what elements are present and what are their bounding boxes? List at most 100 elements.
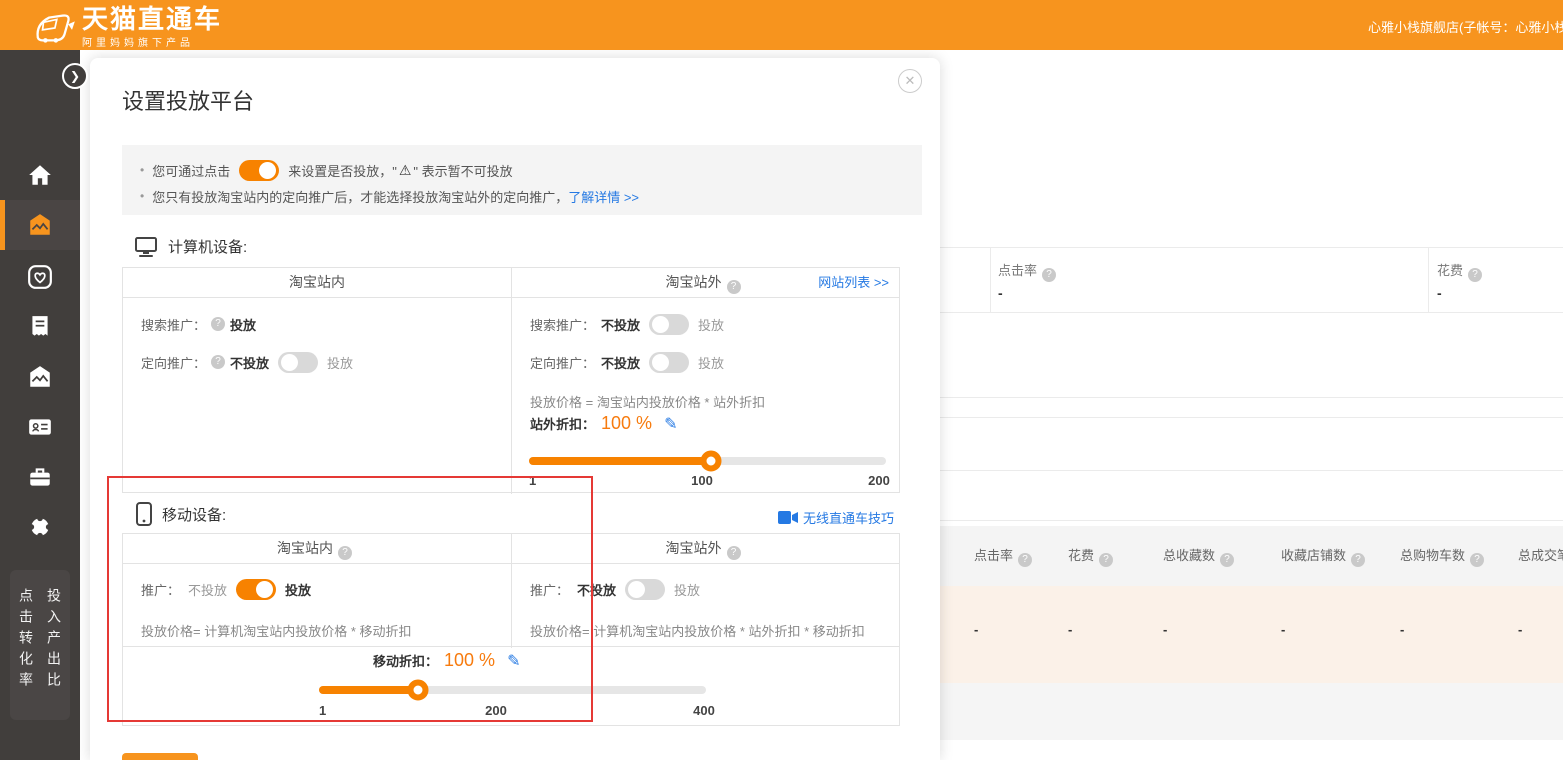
tip-text: 您可通过点击 xyxy=(152,161,230,180)
mobile-inside-row: 推广： 不投放 投放 xyxy=(141,577,311,601)
computer-inside-header: 淘宝站内 xyxy=(123,268,512,297)
computer-inside-cell: 搜索推广： ? 投放 定向推广： ? 不投放 投放 xyxy=(123,298,512,494)
cell-value: - xyxy=(1281,622,1285,637)
tip-box: • 您可通过点击 来设置是否投放，" ⚠ " 表示暂不可投放 • 您只有投放淘宝… xyxy=(122,145,922,215)
column-header: 总收藏数? xyxy=(1163,545,1239,567)
cell-value: - xyxy=(1400,622,1404,637)
briefcase-icon xyxy=(27,464,53,490)
sidebar-item-favorites[interactable] xyxy=(0,252,80,302)
logo[interactable]: 天猫直通车 阿里妈妈旗下产品 xyxy=(30,6,222,49)
computer-inside-target-toggle[interactable] xyxy=(278,352,318,373)
heart-icon xyxy=(27,264,53,290)
bullet: • xyxy=(140,189,144,203)
mobile-inside-toggle[interactable] xyxy=(236,579,276,600)
sidebar: ❯ xyxy=(0,50,80,760)
help-icon[interactable]: ? xyxy=(338,546,352,560)
active-indicator xyxy=(0,200,5,250)
mobile-discount: 移动折扣： 100 % ✎ xyxy=(373,650,520,671)
help-icon[interactable]: ? xyxy=(1220,553,1234,567)
divider xyxy=(940,312,1563,313)
sidebar-item-apps[interactable] xyxy=(0,502,80,552)
divider xyxy=(940,470,1563,471)
outside-price-formula: 投放价格 = 淘宝站内投放价格 * 站外折扣 xyxy=(530,392,765,411)
column-header: 总成交笔 xyxy=(1518,545,1563,564)
stat-card-ctr-value: - xyxy=(998,285,1003,301)
site-list-link[interactable]: 网站列表 >> xyxy=(818,268,889,297)
metric-ctr-vertical: 点击转化率 xyxy=(16,588,36,720)
mobile-outside-header: 淘宝站外? xyxy=(512,534,899,563)
outside-discount-slider[interactable] xyxy=(529,457,886,465)
help-icon[interactable]: ? xyxy=(211,317,225,331)
set-platform-modal: ✕ 设置投放平台 • 您可通过点击 来设置是否投放，" ⚠ " 表示暂不可投放 … xyxy=(90,58,940,760)
slider-tick: 1 xyxy=(319,703,326,718)
home-icon xyxy=(27,162,53,188)
help-icon[interactable]: ? xyxy=(1042,268,1056,282)
app-subtitle: 阿里妈妈旗下产品 xyxy=(82,34,222,49)
sidebar-item-account-card[interactable] xyxy=(0,402,80,452)
edit-icon[interactable]: ✎ xyxy=(507,651,520,671)
slider-tick: 200 xyxy=(476,703,516,718)
warning-icon: ⚠ xyxy=(399,162,412,179)
tip-line-1: • 您可通过点击 来设置是否投放，" ⚠ " 表示暂不可投放 xyxy=(140,157,904,183)
computer-outside-search-row: 搜索推广： 不投放 投放 xyxy=(530,312,724,336)
table-row[interactable] xyxy=(940,586,1563,683)
help-icon[interactable]: ? xyxy=(727,280,741,294)
video-icon xyxy=(778,511,798,524)
metrics-float-panel[interactable]: 点击转化率 投入产出比 xyxy=(10,570,70,720)
example-toggle xyxy=(239,160,279,181)
divider xyxy=(1428,247,1429,312)
computer-inside-target-row: 定向推广： ? 不投放 投放 xyxy=(141,350,353,374)
wireless-tips-link[interactable]: 无线直通车技巧 xyxy=(778,508,894,527)
learn-more-link[interactable]: 了解详情 >> xyxy=(568,187,639,206)
sidebar-item-report[interactable] xyxy=(0,302,80,352)
edit-icon[interactable]: ✎ xyxy=(664,414,677,434)
slider-tick: 100 xyxy=(682,473,722,488)
expand-sidebar-button[interactable]: ❯ xyxy=(62,63,88,89)
help-icon[interactable]: ? xyxy=(211,355,225,369)
computer-outside-target-toggle[interactable] xyxy=(649,352,689,373)
cell-value: - xyxy=(974,622,978,637)
divider xyxy=(940,520,1563,521)
help-icon[interactable]: ? xyxy=(1099,553,1113,567)
id-card-icon xyxy=(27,414,53,440)
help-icon[interactable]: ? xyxy=(1468,268,1482,282)
tip-text: " 表示暂不可投放 xyxy=(413,161,512,180)
mobile-inside-header: 淘宝站内? xyxy=(123,534,512,563)
save-button[interactable] xyxy=(122,753,198,760)
mobile-discount-slider[interactable] xyxy=(319,686,706,694)
tip-line-2: • 您只有投放淘宝站内的定向推广后，才能选择投放淘宝站外的定向推广， 了解详情 … xyxy=(140,183,904,209)
report-icon xyxy=(27,314,53,340)
help-icon[interactable]: ? xyxy=(1351,553,1365,567)
bullet: • xyxy=(140,163,144,177)
slider-handle[interactable] xyxy=(408,680,429,701)
help-icon[interactable]: ? xyxy=(727,546,741,560)
stat-card-ctr-label: 点击率? xyxy=(998,260,1061,282)
train-logo-icon xyxy=(30,9,76,47)
sidebar-item-toolbox[interactable] xyxy=(0,452,80,502)
sidebar-item-home[interactable] xyxy=(0,150,80,200)
account-name[interactable]: 心雅小栈旗舰店(子帐号：心雅小栈 xyxy=(1368,17,1563,36)
picture-icon xyxy=(27,364,53,390)
sidebar-item-creative[interactable] xyxy=(0,352,80,402)
campaign-icon xyxy=(27,212,53,238)
close-icon[interactable]: ✕ xyxy=(898,69,922,93)
mobile-outside-toggle[interactable] xyxy=(625,579,665,600)
apps-icon xyxy=(27,514,53,540)
section-label: 计算机设备: xyxy=(168,236,247,257)
slider-tick: 1 xyxy=(529,473,536,488)
help-icon[interactable]: ? xyxy=(1018,553,1032,567)
section-label: 移动设备: xyxy=(162,504,226,525)
mobile-discount-section: 移动折扣： 100 % ✎ 1 200 400 xyxy=(123,646,899,725)
mobile-inside-formula: 投放价格= 计算机淘宝站内投放价格 * 移动折扣 xyxy=(141,621,412,640)
stat-card-cost-label: 花费? xyxy=(1437,260,1487,282)
divider xyxy=(940,397,1563,398)
computer-icon xyxy=(134,234,158,258)
help-icon[interactable]: ? xyxy=(1470,553,1484,567)
tip-text: 您只有投放淘宝站内的定向推广后，才能选择投放淘宝站外的定向推广， xyxy=(152,187,568,206)
cell-value: - xyxy=(1163,622,1167,637)
sidebar-item-campaign-active[interactable] xyxy=(0,200,80,250)
computer-outside-search-toggle[interactable] xyxy=(649,314,689,335)
modal-title: 设置投放平台 xyxy=(122,84,254,116)
mobile-platform-table: 淘宝站内? 淘宝站外? 推广： 不投放 投放 投放价格= 计算机淘宝站内投放价格… xyxy=(122,533,900,726)
slider-handle[interactable] xyxy=(701,451,722,472)
